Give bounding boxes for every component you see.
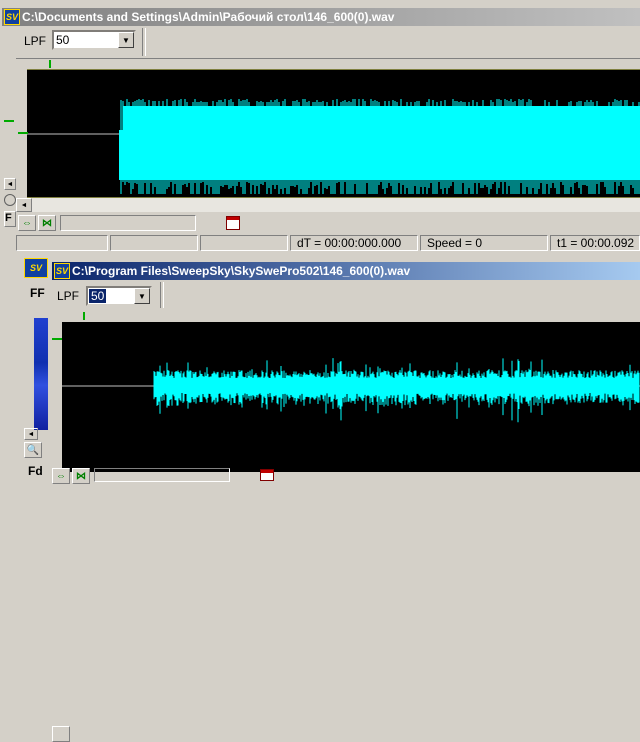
scroll-left-button[interactable]: ◄ [16,198,32,212]
lpf-value: 50 [56,33,70,47]
app-icon-2: SV [54,263,70,279]
lpf-select[interactable]: 50 ▼ [52,30,136,50]
lpf-label: LPF [24,34,47,48]
scroll-left-icon[interactable]: ◄ [4,178,16,190]
app-icon: SV [4,9,20,25]
window-2-toolbar: LPF 50 ▼ [50,282,640,310]
zoom-icon[interactable] [4,194,16,206]
background-app-icon: SV [24,258,48,278]
status-cell-1 [16,235,108,251]
expand-arrows-icon[interactable]: ⇔ [18,215,36,231]
position-track[interactable] [60,215,196,231]
window-2-title: C:\Program Files\SweepSky\SkySwePro502\1… [72,264,411,278]
chevron-down-icon[interactable]: ▼ [118,32,134,48]
spectrogram-strip[interactable] [34,318,48,430]
toolbar-separator-2 [160,282,164,308]
waveform-1-svg [27,99,640,194]
time-marker-2[interactable] [83,312,85,320]
window-2: SV C:\Program Files\SweepSky\SkySwePro50… [50,260,640,742]
toolbar-separator [142,28,146,56]
horizontal-scrollbar-1[interactable] [32,198,640,212]
waveform-view-1[interactable] [27,69,640,198]
lpf-select-2[interactable]: 50 ▼ [86,286,152,306]
fd-label: Fd [28,464,43,478]
window-1-title: C:\Documents and Settings\Admin\Рабочий … [22,10,395,24]
expand-arrows-icon-2[interactable] [52,726,70,742]
left-strip-f-label: F [4,211,16,227]
window-1-titlebar[interactable]: SV C:\Documents and Settings\Admin\Рабоч… [2,8,640,26]
fft-label: FF [30,286,45,300]
status-cell-2 [110,235,198,251]
lpf-value-2: 50 [89,289,107,303]
chevron-down-icon-2[interactable]: ▼ [134,288,150,304]
status-speed: Speed = 0 [420,235,548,251]
left-strip-marker [4,120,14,122]
lpf-label-2: LPF [57,289,80,303]
calendar-icon-2[interactable] [260,469,274,481]
waveform-2-envelope [153,358,640,423]
waveform-2-svg [62,358,640,423]
background-scroll-left[interactable]: ◄ [24,428,38,440]
window-1-toolbar: LPF 50 ▼ [16,28,640,59]
status-cell-3 [200,235,288,251]
window-2-titlebar[interactable]: SV C:\Program Files\SweepSky\SkySwePro50… [52,262,640,280]
waveform-2-left-marker [52,338,62,340]
window-1: SV C:\Documents and Settings\Admin\Рабоч… [0,0,640,254]
collapse-arrows-icon[interactable]: ⋈ [38,215,56,231]
collapse-arrows-icon-w2[interactable]: ⋈ [72,468,90,484]
calendar-icon[interactable] [226,216,240,230]
time-marker[interactable] [49,60,51,68]
expand-arrows-icon-w2[interactable]: ⇔ [52,468,70,484]
waveform-view-2[interactable] [62,322,640,472]
zoom-icon-bg[interactable]: 🔍 [24,442,42,458]
status-t1: t1 = 00:00.092 [550,235,640,251]
status-dt: dT = 00:00:000.000 [290,235,418,251]
waveform-1-left-marker [18,132,28,134]
